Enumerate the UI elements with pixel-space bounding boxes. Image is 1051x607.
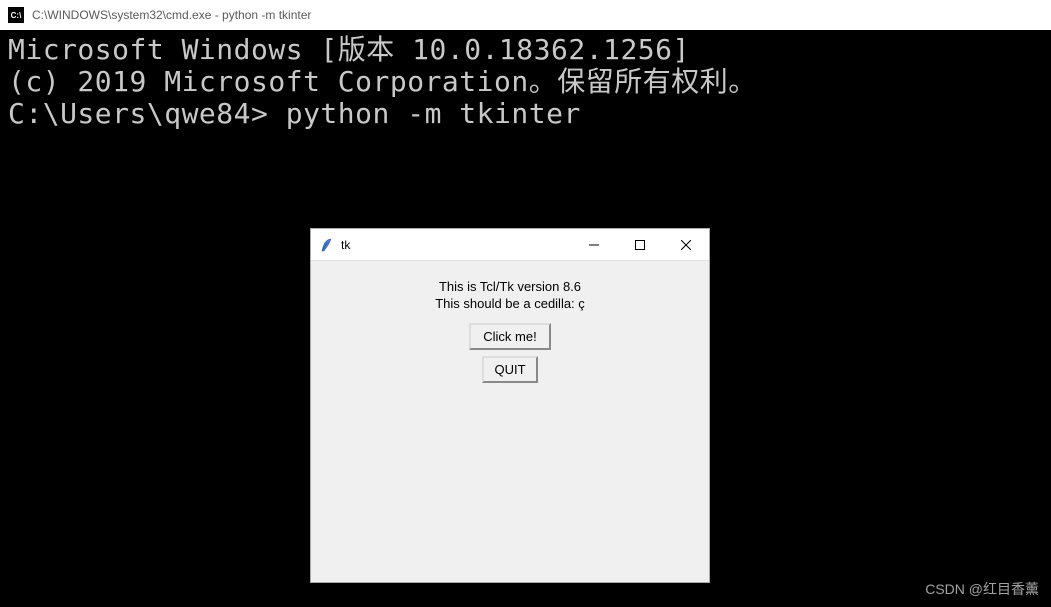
csdn-watermark: CSDN @红目香薰 (925, 579, 1039, 599)
terminal-output[interactable]: Microsoft Windows [版本 10.0.18362.1256] (… (0, 30, 1051, 135)
tk-window-controls (571, 229, 709, 260)
tk-label-line: This is Tcl/Tk version 8.6 (435, 279, 585, 296)
cmd-icon: C:\ (8, 7, 24, 23)
terminal-line: Microsoft Windows [版本 10.0.18362.1256] (8, 34, 1043, 66)
cmd-titlebar[interactable]: C:\ C:\WINDOWS\system32\cmd.exe - python… (0, 0, 1051, 30)
minimize-button[interactable] (571, 229, 617, 260)
tk-window-title: tk (341, 238, 571, 252)
click-me-button[interactable]: Click me! (469, 323, 550, 350)
maximize-button[interactable] (617, 229, 663, 260)
tk-version-label: This is Tcl/Tk version 8.6 This should b… (435, 279, 585, 313)
tk-titlebar[interactable]: tk (311, 229, 709, 261)
terminal-line: (c) 2019 Microsoft Corporation。保留所有权利。 (8, 66, 1043, 98)
quit-button[interactable]: QUIT (482, 356, 537, 383)
tk-label-line: This should be a cedilla: ç (435, 296, 585, 313)
terminal-prompt: C:\Users\qwe84> python -m tkinter (8, 98, 1043, 130)
close-button[interactable] (663, 229, 709, 260)
cmd-titlebar-text: C:\WINDOWS\system32\cmd.exe - python -m … (32, 8, 311, 22)
tk-body: This is Tcl/Tk version 8.6 This should b… (311, 261, 709, 383)
tkinter-window[interactable]: tk This is Tcl/Tk version 8.6 This shoul… (310, 228, 710, 583)
tk-feather-icon (319, 237, 335, 253)
